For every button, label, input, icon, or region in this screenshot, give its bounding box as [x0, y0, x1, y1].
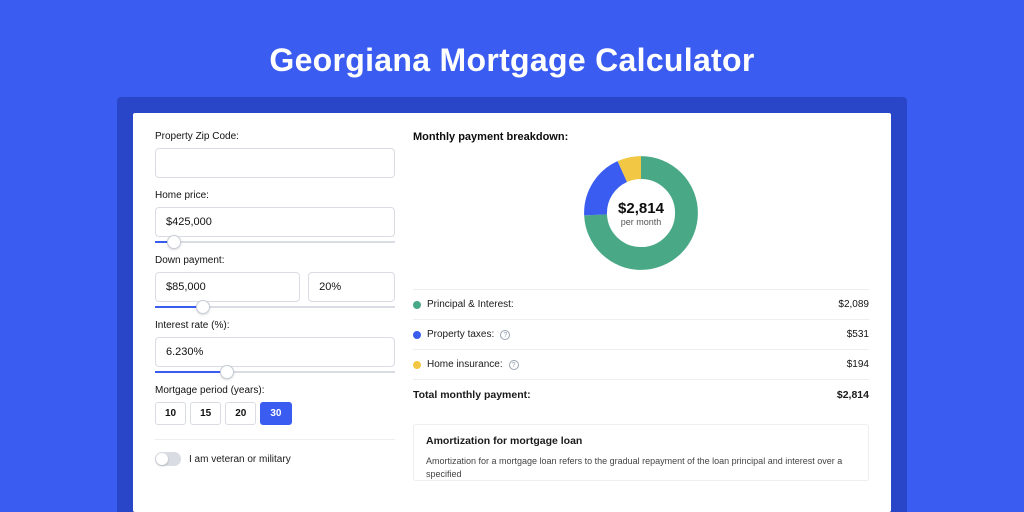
- legend-insurance-value: $194: [847, 359, 869, 370]
- period-field: Mortgage period (years): 10 15 20 30: [155, 385, 395, 425]
- interest-field: Interest rate (%):: [155, 320, 395, 373]
- legend-total-value: $2,814: [837, 389, 869, 401]
- dot-green-icon: [413, 301, 421, 309]
- legend-taxes-label: Property taxes:: [427, 329, 494, 340]
- veteran-row: I am veteran or military: [155, 439, 395, 466]
- breakdown-title: Monthly payment breakdown:: [413, 131, 869, 143]
- down-payment-slider-thumb[interactable]: [196, 300, 210, 314]
- home-price-slider-thumb[interactable]: [167, 235, 181, 249]
- down-payment-slider[interactable]: [155, 306, 395, 308]
- interest-slider-fill: [155, 371, 227, 373]
- donut-wrap: $2,814 per month: [413, 153, 869, 273]
- period-30-button[interactable]: 30: [260, 402, 291, 425]
- legend-principal-label: Principal & Interest:: [427, 299, 514, 310]
- legend-insurance-label: Home insurance:: [427, 359, 503, 370]
- down-payment-input[interactable]: [155, 272, 300, 302]
- dark-band: Property Zip Code: Home price: Down paym…: [117, 97, 907, 512]
- zip-input[interactable]: [155, 148, 395, 178]
- legend-principal-row: Principal & Interest: $2,089: [413, 289, 869, 319]
- legend-insurance-row: Home insurance: ? $194: [413, 349, 869, 379]
- down-payment-field: Down payment:: [155, 255, 395, 308]
- interest-slider-thumb[interactable]: [220, 365, 234, 379]
- zip-label: Property Zip Code:: [155, 131, 395, 142]
- amortization-box: Amortization for mortgage loan Amortizat…: [413, 424, 869, 481]
- period-10-button[interactable]: 10: [155, 402, 186, 425]
- inputs-column: Property Zip Code: Home price: Down paym…: [155, 131, 395, 512]
- home-price-label: Home price:: [155, 190, 395, 201]
- interest-input[interactable]: [155, 337, 395, 367]
- donut-chart: $2,814 per month: [581, 153, 701, 273]
- period-label: Mortgage period (years):: [155, 385, 395, 396]
- legend-total-row: Total monthly payment: $2,814: [413, 379, 869, 410]
- legend-taxes-value: $531: [847, 329, 869, 340]
- info-icon[interactable]: ?: [509, 360, 519, 370]
- donut-center: $2,814 per month: [581, 153, 701, 273]
- donut-sub: per month: [621, 217, 662, 227]
- page-title: Georgiana Mortgage Calculator: [269, 42, 754, 79]
- amortization-text: Amortization for a mortgage loan refers …: [426, 455, 856, 480]
- info-icon[interactable]: ?: [500, 330, 510, 340]
- results-column: Monthly payment breakdown: $2,814 per mo…: [413, 131, 869, 512]
- period-15-button[interactable]: 15: [190, 402, 221, 425]
- donut-amount: $2,814: [618, 200, 664, 217]
- legend-principal-value: $2,089: [838, 299, 869, 310]
- veteran-toggle-knob: [156, 453, 168, 465]
- interest-slider[interactable]: [155, 371, 395, 373]
- legend-total-label: Total monthly payment:: [413, 389, 531, 401]
- calculator-card: Property Zip Code: Home price: Down paym…: [133, 113, 891, 512]
- home-price-slider[interactable]: [155, 241, 395, 243]
- zip-field: Property Zip Code:: [155, 131, 395, 178]
- dot-yellow-icon: [413, 361, 421, 369]
- home-price-field: Home price:: [155, 190, 395, 243]
- veteran-label: I am veteran or military: [189, 454, 291, 465]
- amortization-title: Amortization for mortgage loan: [426, 435, 856, 447]
- period-row: 10 15 20 30: [155, 402, 395, 425]
- interest-label: Interest rate (%):: [155, 320, 395, 331]
- home-price-input[interactable]: [155, 207, 395, 237]
- period-20-button[interactable]: 20: [225, 402, 256, 425]
- legend-taxes-row: Property taxes: ? $531: [413, 319, 869, 349]
- veteran-toggle[interactable]: [155, 452, 181, 466]
- dot-blue-icon: [413, 331, 421, 339]
- down-payment-pct-input[interactable]: [308, 272, 395, 302]
- down-payment-label: Down payment:: [155, 255, 395, 266]
